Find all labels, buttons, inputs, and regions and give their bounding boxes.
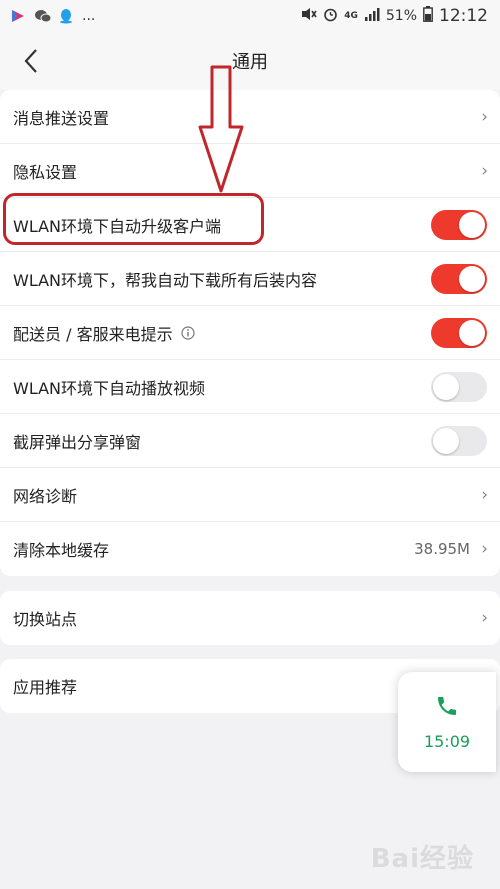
settings-group-main: 消息推送设置 › 隐私设置 › WLAN环境下自动升级客户端 WLAN环境下，帮… bbox=[0, 90, 500, 576]
info-icon[interactable] bbox=[180, 325, 195, 340]
row-label: WLAN环境下，帮我自动下载所有后装内容 bbox=[13, 270, 318, 290]
row-wlan-autoplay-video: WLAN环境下自动播放视频 bbox=[0, 360, 500, 414]
network-type: 4G bbox=[344, 11, 358, 21]
cache-size: 38.95M bbox=[414, 540, 470, 558]
nav-bar: 通用 bbox=[0, 32, 500, 90]
toggle-knob bbox=[433, 427, 459, 454]
page-title: 通用 bbox=[232, 52, 268, 73]
call-duration: 15:09 bbox=[423, 731, 471, 751]
row-switch-site[interactable]: 切换站点 › bbox=[0, 591, 500, 645]
toggle-wlan-auto-download[interactable] bbox=[431, 263, 487, 294]
toggle-wlan-auto-upgrade[interactable] bbox=[431, 209, 487, 240]
row-wlan-auto-download: WLAN环境下，帮我自动下载所有后装内容 bbox=[0, 252, 500, 306]
row-label: 清除本地缓存 bbox=[13, 541, 110, 560]
row-label: 切换站点 bbox=[13, 610, 78, 629]
battery-percent: 51% bbox=[385, 8, 417, 24]
row-label: 应用推荐 bbox=[13, 678, 78, 697]
toggle-knob bbox=[459, 319, 485, 346]
row-label: WLAN环境下自动播放视频 bbox=[13, 378, 206, 398]
row-label: WLAN环境下自动升级客户端 bbox=[13, 216, 222, 236]
app-notification-icon bbox=[10, 8, 26, 24]
row-label: 隐私设置 bbox=[13, 162, 78, 182]
row-privacy-settings[interactable]: 隐私设置 › bbox=[0, 144, 500, 198]
toggle-screenshot-share[interactable] bbox=[431, 425, 487, 456]
chevron-right-icon: › bbox=[481, 539, 488, 559]
row-label: 网络诊断 bbox=[13, 486, 78, 506]
status-bar-system: 4G 51% 12:12 bbox=[301, 6, 500, 26]
row-push-settings[interactable]: 消息推送设置 › bbox=[0, 90, 500, 144]
row-screenshot-share: 截屏弹出分享弹窗 bbox=[0, 414, 500, 468]
mute-icon bbox=[301, 7, 317, 25]
battery-icon bbox=[423, 6, 433, 26]
signal-icon bbox=[364, 7, 380, 25]
toggle-knob bbox=[433, 373, 459, 400]
row-call-alert: 配送员 / 客服来电提示 bbox=[0, 306, 500, 360]
status-bar-notifications: ... bbox=[0, 8, 95, 24]
row-wlan-auto-upgrade: WLAN环境下自动升级客户端 bbox=[0, 198, 500, 252]
qq-icon bbox=[58, 8, 74, 24]
row-clear-cache[interactable]: 清除本地缓存 38.95M › bbox=[0, 522, 500, 576]
chevron-right-icon: › bbox=[481, 608, 488, 628]
phone-icon bbox=[435, 694, 459, 722]
toggle-call-alert[interactable] bbox=[431, 317, 487, 348]
row-network-diagnosis[interactable]: 网络诊断 › bbox=[0, 468, 500, 522]
row-label: 消息推送设置 bbox=[13, 108, 110, 128]
chevron-right-icon: › bbox=[481, 106, 488, 127]
row-label: 配送员 / 客服来电提示 bbox=[13, 324, 173, 344]
more-notifications-indicator: ... bbox=[82, 8, 96, 24]
settings-group-site: 切换站点 › bbox=[0, 591, 500, 645]
alarm-icon bbox=[323, 7, 338, 26]
row-label: 截屏弹出分享弹窗 bbox=[13, 432, 142, 452]
toggle-knob bbox=[459, 211, 485, 238]
clock: 12:12 bbox=[439, 6, 488, 26]
status-bar: ... 4G 51% 12:12 bbox=[0, 0, 500, 32]
chevron-right-icon: › bbox=[481, 160, 488, 181]
call-float-widget[interactable]: 15:09 bbox=[398, 672, 496, 772]
chevron-right-icon: › bbox=[481, 484, 488, 505]
toggle-knob bbox=[459, 265, 485, 292]
watermark: Bai经验 bbox=[370, 844, 474, 874]
toggle-wlan-autoplay-video[interactable] bbox=[431, 371, 487, 402]
wechat-icon bbox=[34, 8, 52, 24]
